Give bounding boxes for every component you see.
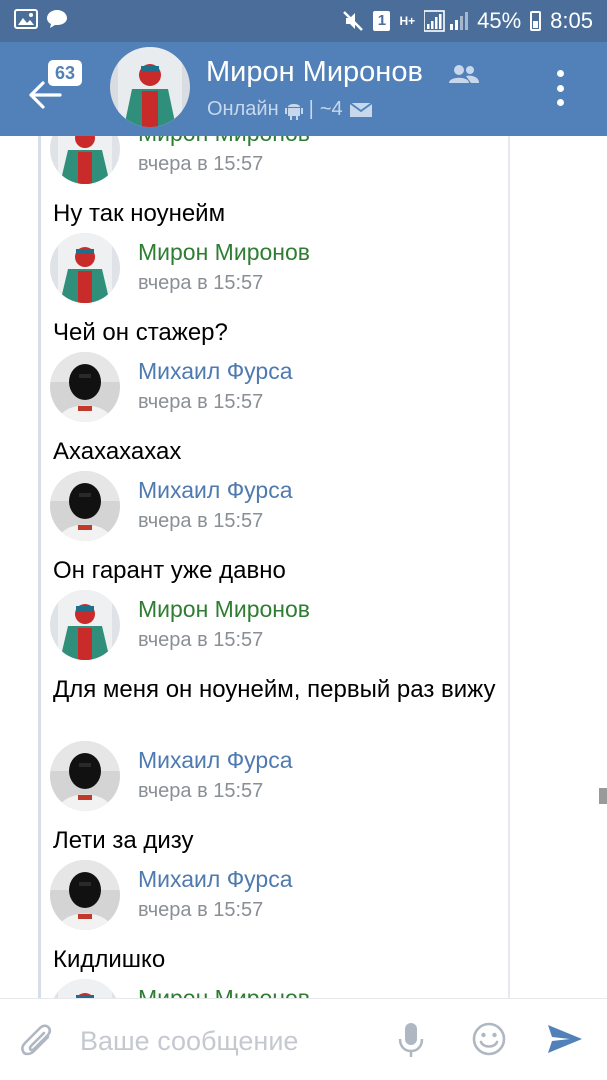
avatar-miron[interactable] <box>50 590 120 660</box>
status-right: 1 H+ 45% 8:05 <box>342 8 593 34</box>
message-text: Ахахахахах <box>53 438 182 465</box>
message-text: Чей он стажер? <box>53 319 228 346</box>
mute-icon <box>343 11 364 31</box>
gallery-icon <box>14 9 38 29</box>
message-time: вчера в 15:57 <box>138 780 264 802</box>
message-text: Для меня он ноунейм, первый раз вижу <box>53 676 496 703</box>
mail-icon <box>349 101 373 117</box>
scrollbar[interactable] <box>599 788 607 804</box>
forwarded-line <box>38 136 41 998</box>
avatar-mikhail[interactable] <box>50 352 120 422</box>
signal-icon <box>424 10 469 32</box>
message-time: вчера в 15:57 <box>138 510 264 532</box>
avatar-miron[interactable] <box>50 233 120 303</box>
member-count: ~4 <box>319 98 343 120</box>
message-time: вчера в 15:57 <box>138 153 264 175</box>
sender-name[interactable]: Михаил Фурса <box>138 358 293 385</box>
avatar-miron[interactable] <box>50 979 120 998</box>
chat-avatar[interactable] <box>110 47 190 127</box>
message-input[interactable] <box>80 1021 380 1061</box>
paperclip-icon[interactable] <box>20 1021 54 1059</box>
subtitle-divider: | <box>308 98 314 120</box>
message-time: вчера в 15:57 <box>138 629 264 651</box>
sender-name[interactable]: Мирон Миронов <box>138 985 310 998</box>
battery-percent: 45% <box>477 8 522 33</box>
sim-indicator: 1 <box>373 11 391 31</box>
unread-badge: 63 <box>48 60 82 86</box>
status-bar: 1 H+ 45% 8:05 <box>0 0 607 42</box>
group-icon <box>449 65 479 83</box>
message-time: вчера в 15:57 <box>138 899 264 921</box>
clock: 8:05 <box>550 8 593 33</box>
sender-name[interactable]: Михаил Фурса <box>138 747 293 774</box>
online-status: Онлайн <box>207 98 279 120</box>
message-time: вчера в 15:57 <box>138 391 264 413</box>
card-edge <box>508 136 510 998</box>
message-text: Ну так ноунейм <box>53 200 226 227</box>
chat-bubble-icon <box>47 10 67 28</box>
avatar-miron[interactable] <box>50 136 120 184</box>
sender-name[interactable]: Мирон Миронов <box>138 596 310 623</box>
sender-name[interactable]: Михаил Фурса <box>138 866 293 893</box>
emoji-icon[interactable] <box>471 1021 507 1057</box>
chat-subtitle: Онлайн | ~4 <box>207 98 373 121</box>
message-time: вчера в 15:57 <box>138 272 264 294</box>
chat-header: 63 Мирон Миронов Онлайн | ~4 <box>0 42 607 136</box>
message-text: Кидлишко <box>53 946 166 973</box>
avatar-mikhail[interactable] <box>50 471 120 541</box>
microphone-icon[interactable] <box>397 1021 425 1059</box>
chat-title: Мирон Миронов <box>206 56 423 88</box>
sender-name[interactable]: Мирон Миронов <box>138 239 310 266</box>
network-type: H+ <box>399 14 416 28</box>
message-list[interactable]: Мирон Миронов вчера в 15:57 Ну так ноунейм… <box>0 136 607 998</box>
sender-name[interactable]: Мирон Миронов <box>138 136 310 147</box>
send-icon[interactable] <box>546 1023 584 1055</box>
avatar-mikhail[interactable] <box>50 860 120 930</box>
more-vertical-icon[interactable] <box>548 70 572 106</box>
avatar-miron-image <box>110 47 190 127</box>
message-composer <box>0 998 607 1080</box>
back-button[interactable]: 63 <box>28 50 88 120</box>
android-icon <box>284 103 303 120</box>
status-left <box>14 9 68 29</box>
battery-icon <box>530 11 542 31</box>
avatar-mikhail[interactable] <box>50 741 120 811</box>
message-text: Лети за дизу <box>53 827 194 854</box>
message-text: Он гарант уже давно <box>53 557 286 584</box>
sender-name[interactable]: Михаил Фурса <box>138 477 293 504</box>
